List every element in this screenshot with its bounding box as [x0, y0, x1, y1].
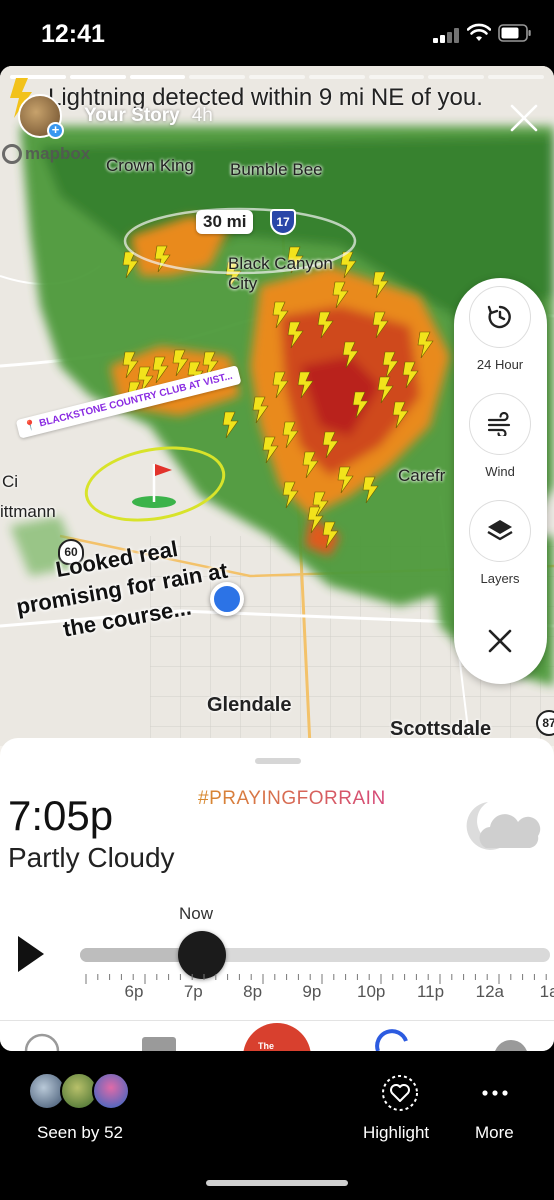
progress-segment — [129, 75, 186, 79]
sheet-handle[interactable] — [255, 758, 301, 764]
viewer-avatar — [92, 1072, 130, 1110]
calendar-tab-icon — [142, 1037, 176, 1051]
story-viewers[interactable] — [28, 1072, 138, 1114]
highlight-button[interactable]: Highlight — [363, 1123, 429, 1143]
progress-segment — [308, 75, 365, 79]
control-24-hour-label: 24 Hour — [476, 357, 524, 372]
now-label: Now — [179, 904, 214, 923]
timeline-hour-labels: 6p 7p 8p 9p 10p 11p 12a 1a — [0, 982, 554, 1004]
map-label-bumble-bee: Bumble Bee — [230, 160, 323, 179]
layers-icon — [487, 520, 513, 541]
map-label-wittmann: ittmann — [0, 502, 56, 521]
story-username[interactable]: Your Story — [84, 105, 180, 127]
hour-label: 10p — [357, 982, 386, 1001]
hour-label: 6p — [124, 982, 144, 1001]
control-wind[interactable]: Wind — [468, 393, 532, 479]
seen-by-count[interactable]: Seen by 52 — [37, 1123, 123, 1143]
timeline-track[interactable] — [80, 948, 550, 962]
avatar[interactable]: + — [18, 94, 64, 139]
control-wind-label: Wind — [485, 464, 515, 479]
status-time: 12:41 — [41, 20, 105, 48]
hashtag-sticker[interactable]: #PRAYINGFORRAIN — [198, 788, 386, 810]
video-tab-icon — [495, 1040, 527, 1051]
hour-label: 7p — [183, 982, 203, 1001]
map-label-city-partial: Ci — [2, 472, 19, 491]
scale-badge: 30 mi — [196, 210, 254, 234]
progress-segment — [69, 75, 126, 79]
control-24-hour[interactable]: 24 Hour — [468, 286, 532, 372]
center-tab-button — [243, 1023, 311, 1051]
map-label-carefree: Carefr — [398, 466, 446, 485]
progress-segment — [428, 75, 485, 79]
story-header[interactable]: + Your Story 4h — [18, 94, 213, 139]
close-controls-icon[interactable] — [483, 624, 517, 658]
add-story-icon[interactable]: + — [47, 122, 64, 139]
progress-segment — [488, 75, 545, 79]
hour-label: 11p — [416, 982, 445, 1001]
map-label-glendale: Glendale — [207, 694, 292, 716]
cellular-signal-icon — [433, 27, 461, 43]
map-label-crown-king: Crown King — [106, 156, 194, 175]
hour-label: 9p — [302, 982, 322, 1001]
progress-segment — [249, 75, 305, 79]
app-tab-bar: The — [0, 1021, 554, 1051]
progress-segment — [368, 75, 425, 79]
wind-icon — [487, 412, 511, 436]
wifi-icon — [467, 23, 491, 41]
mapbox-logo[interactable]: mapbox — [2, 144, 90, 164]
hour-label: 1a — [539, 982, 554, 1001]
control-layers-label: Layers — [480, 571, 520, 586]
center-tab-label: The — [258, 1041, 275, 1051]
forecast-sheet[interactable]: 7:05p Partly Cloudy #PRAYINGFORRAIN Now … — [0, 738, 554, 1051]
progress-segment — [189, 75, 246, 79]
forecast-time: 7:05p — [8, 792, 114, 839]
story-age: 4h — [191, 105, 213, 126]
control-layers[interactable]: Layers — [468, 500, 532, 586]
home-indicator — [206, 1180, 348, 1186]
forecast-condition: Partly Cloudy — [8, 842, 175, 873]
battery-icon — [498, 24, 531, 42]
history-icon — [487, 305, 511, 329]
play-icon[interactable] — [16, 934, 46, 974]
highlight-heart-icon[interactable] — [381, 1074, 419, 1112]
map-controls: 24 Hour Wind Layers — [454, 278, 547, 684]
story-progress-bar — [10, 75, 545, 79]
hour-label: 8p — [243, 982, 263, 1001]
clock-tab-icon — [24, 1033, 60, 1051]
partly-cloudy-night-icon — [466, 802, 541, 850]
hour-label: 12a — [475, 982, 504, 1001]
radar-tab-icon — [375, 1029, 408, 1051]
close-icon[interactable] — [508, 102, 540, 134]
more-dots-icon[interactable] — [482, 1090, 508, 1096]
status-bar: 12:41 — [0, 0, 554, 66]
map-label-black-canyon-city: Black Canyon City — [228, 254, 333, 293]
interstate-shield: 17 — [270, 209, 296, 235]
more-button[interactable]: More — [475, 1123, 514, 1143]
story-frame[interactable]: mapbox Crown King Bumble Bee Black Canyo… — [0, 66, 554, 1051]
